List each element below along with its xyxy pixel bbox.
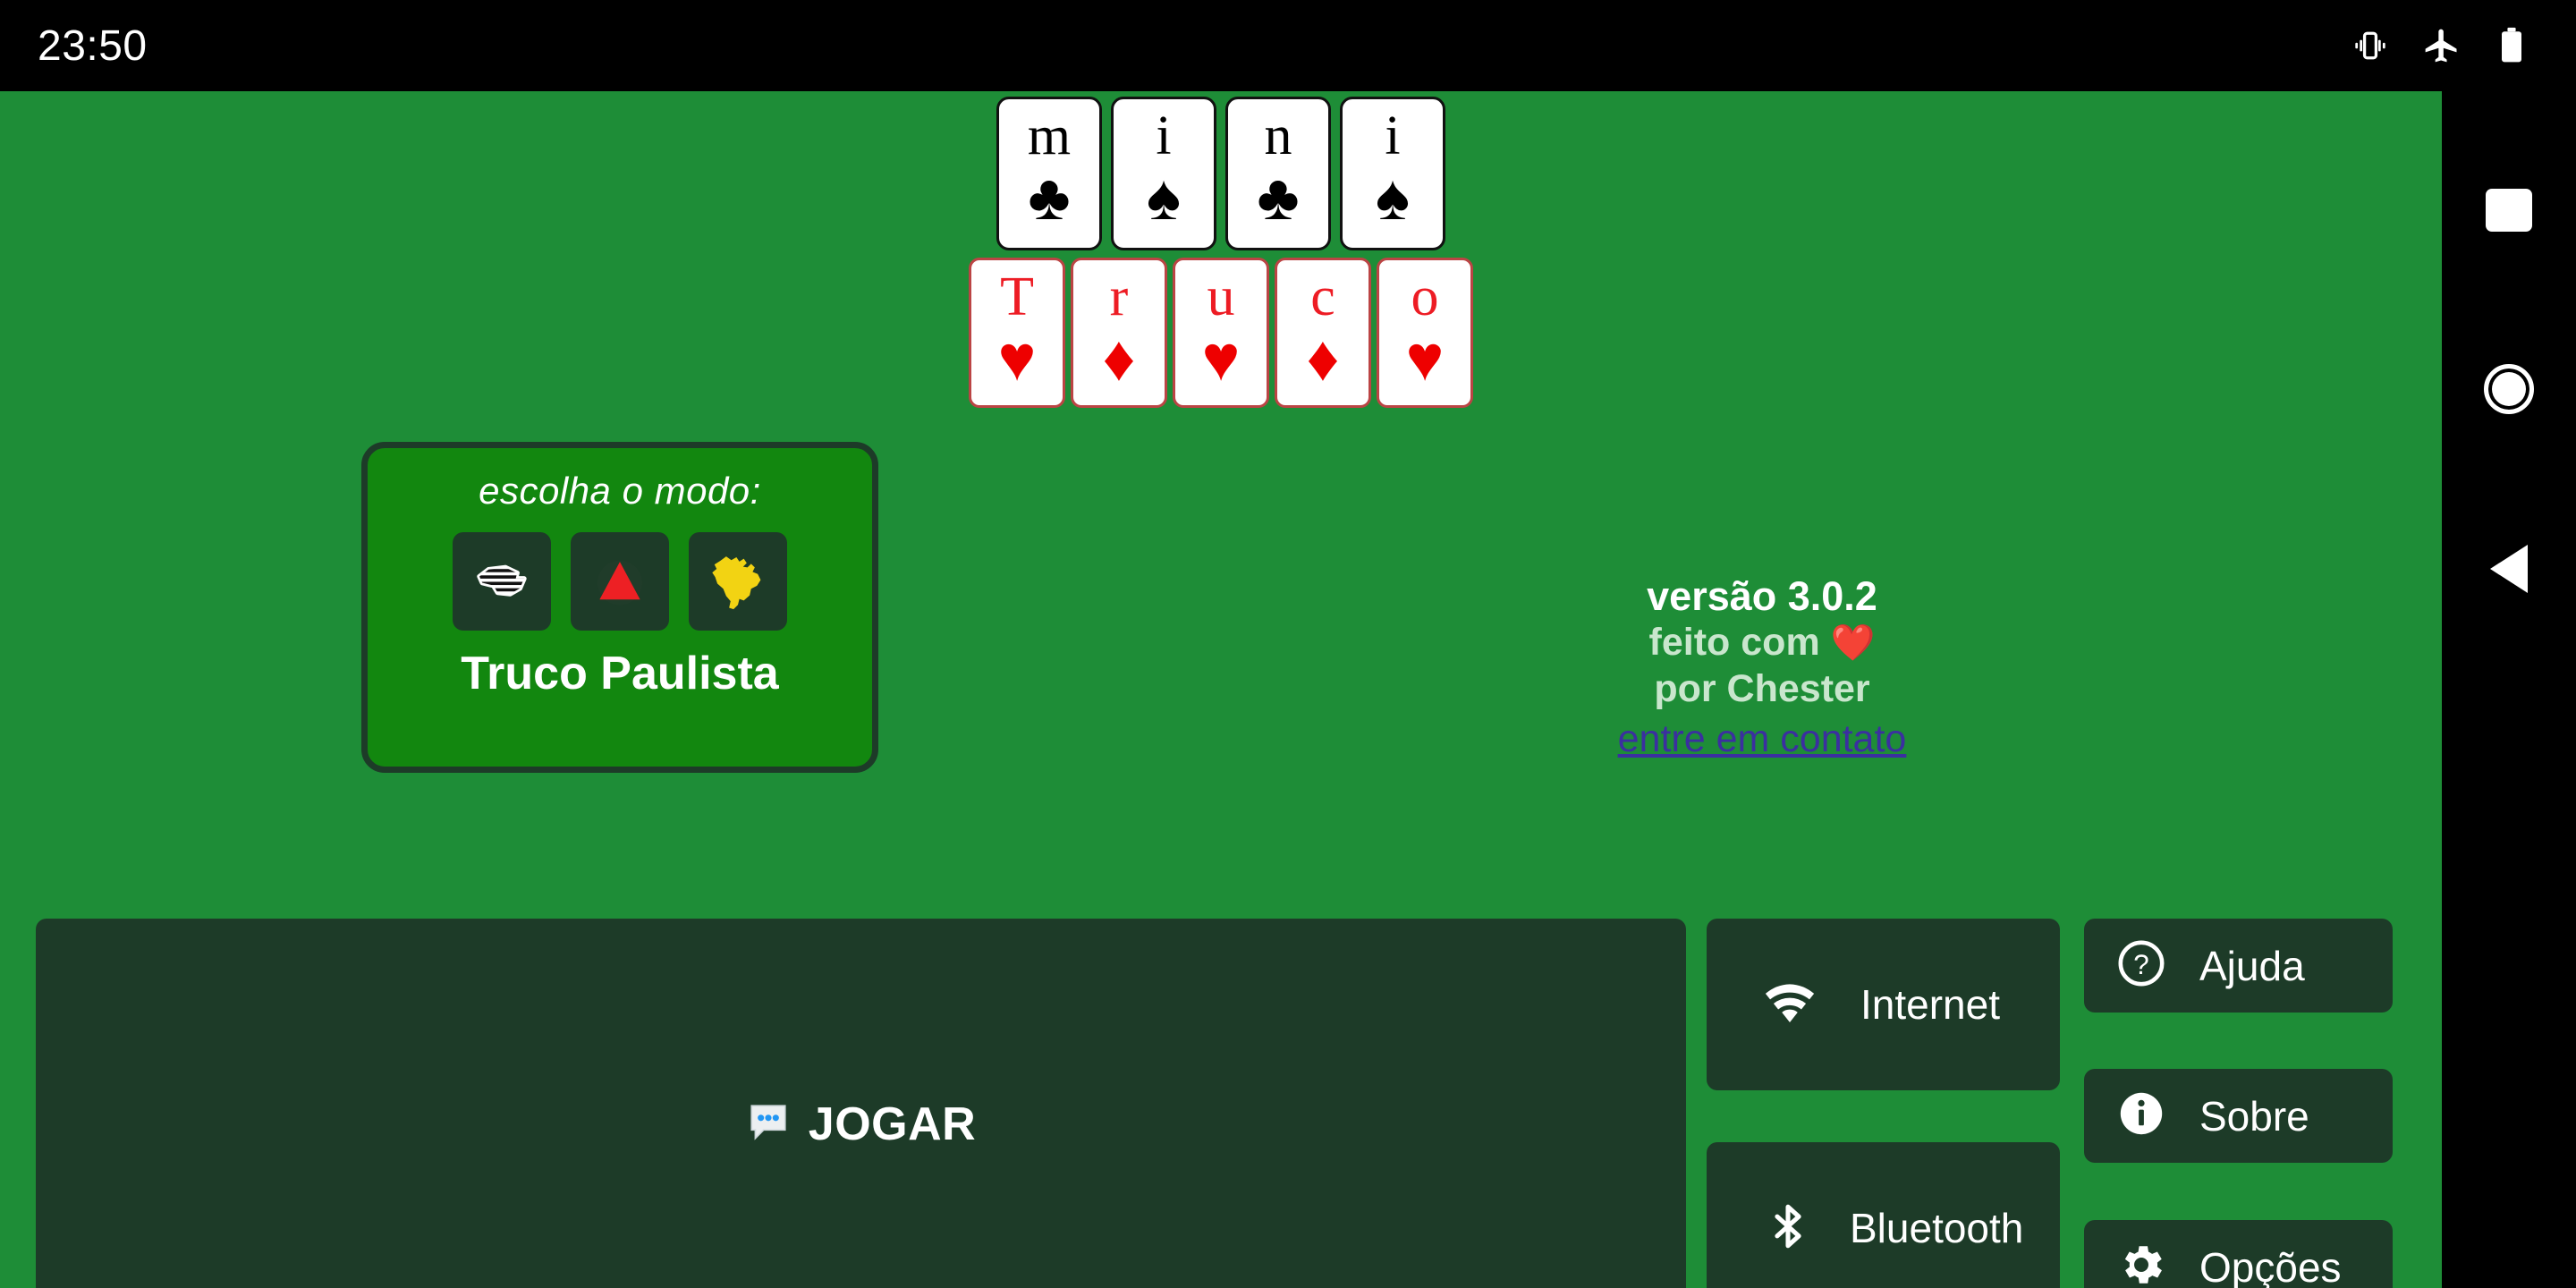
play-button-label: JOGAR <box>808 1098 977 1150</box>
help-circle-icon: ? <box>2115 937 2167 994</box>
android-navigation-bar <box>2442 91 2576 1288</box>
logo-card-letter: u <box>1207 267 1235 327</box>
internet-button-label: Internet <box>1860 981 2000 1028</box>
heart-suit-icon: ♥ <box>1201 323 1241 394</box>
logo-card: u ♥ <box>1173 258 1269 408</box>
play-button[interactable]: JOGAR <box>36 919 1686 1288</box>
heart-icon: ❤️ <box>1830 623 1876 663</box>
battery-icon <box>2494 26 2529 65</box>
logo-card-letter: T <box>1000 267 1034 327</box>
logo-card: i ♠ <box>1340 97 1445 250</box>
bluetooth-button-label: Bluetooth <box>1850 1205 2024 1251</box>
heart-suit-icon: ♥ <box>1405 323 1445 394</box>
spade-suit-icon: ♠ <box>1146 162 1182 233</box>
heart-suit-icon: ♥ <box>997 323 1037 394</box>
diamond-suit-icon: ♦ <box>1306 323 1340 394</box>
logo-card-letter: r <box>1109 267 1129 327</box>
logo-card: c ♦ <box>1275 258 1371 408</box>
made-with-line: feito com ❤️ <box>1449 619 2075 665</box>
logo-card: m ♣ <box>996 97 1102 250</box>
about-button[interactable]: Sobre <box>2084 1069 2393 1163</box>
logo-card: T ♥ <box>969 258 1065 408</box>
app-viewport: m ♣ i ♠ n ♣ i ♠ T ♥ r ♦ u ♥ c ♦ o ♥ esco… <box>0 91 2442 1288</box>
logo-card-letter: i <box>1156 106 1172 166</box>
made-with-text: feito com <box>1648 620 1820 664</box>
mode-option-sao-paulo[interactable] <box>453 532 551 631</box>
game-logo: m ♣ i ♠ n ♣ i ♠ T ♥ r ♦ u ♥ c ♦ o ♥ <box>0 91 2442 408</box>
home-button[interactable] <box>2442 335 2576 443</box>
svg-text:?: ? <box>2133 949 2148 980</box>
diamond-suit-icon: ♦ <box>1102 323 1136 394</box>
recents-square-icon <box>2486 189 2532 232</box>
mode-selected-label: Truco Paulista <box>461 648 779 699</box>
mode-option-minas-gerais[interactable] <box>571 532 669 631</box>
status-bar: 23:50 <box>0 0 2576 91</box>
help-button-label: Ajuda <box>2199 942 2305 989</box>
spade-suit-icon: ♠ <box>1375 162 1411 233</box>
help-button[interactable]: ? Ajuda <box>2084 919 2393 1013</box>
mode-selector-title: escolha o modo: <box>479 470 761 512</box>
logo-card: r ♦ <box>1071 258 1167 408</box>
sao-paulo-flag-icon <box>477 564 527 597</box>
minas-gerais-flag-icon <box>597 560 642 606</box>
gear-icon <box>2115 1239 2167 1288</box>
airplane-mode-icon <box>2422 26 2462 65</box>
about-button-label: Sobre <box>2199 1092 2309 1140</box>
speech-balloon-icon <box>746 1100 791 1149</box>
logo-card-letter: o <box>1411 267 1439 327</box>
options-button-label: Opções <box>2199 1243 2342 1288</box>
phone-screen: 23:50 m ♣ i ♠ n ♣ i ♠ T ♥ r ♦ u ♥ c ♦ o … <box>0 0 2576 1288</box>
status-bar-icons <box>2351 26 2529 65</box>
info-circle-icon <box>2115 1088 2167 1144</box>
vibrate-icon <box>2351 26 2390 65</box>
logo-card-letter: n <box>1264 106 1292 166</box>
wifi-icon <box>1762 975 1818 1035</box>
options-button[interactable]: Opções <box>2084 1220 2393 1288</box>
mode-option-brasil[interactable] <box>689 532 787 631</box>
logo-card-letter: c <box>1310 267 1335 327</box>
logo-row-mini: m ♣ i ♠ n ♣ i ♠ <box>0 97 2442 250</box>
author-line: por Chester <box>1654 666 1870 710</box>
contact-link[interactable]: entre em contato <box>1618 717 1907 761</box>
back-triangle-icon <box>2490 545 2528 593</box>
logo-card: o ♥ <box>1377 258 1473 408</box>
bluetooth-button[interactable]: Bluetooth <box>1707 1142 2060 1288</box>
mode-options <box>453 532 787 631</box>
logo-card-letter: m <box>1027 106 1072 166</box>
internet-button[interactable]: Internet <box>1707 919 2060 1090</box>
home-circle-icon <box>2484 364 2534 414</box>
recents-button[interactable] <box>2442 157 2576 264</box>
bluetooth-icon <box>1762 1200 1814 1257</box>
club-suit-icon: ♣ <box>1028 162 1071 233</box>
back-button[interactable] <box>2442 515 2576 623</box>
logo-card-letter: i <box>1385 106 1401 166</box>
version-number: versão 3.0.2 <box>1647 573 1877 619</box>
status-bar-clock: 23:50 <box>38 21 148 70</box>
mode-selector-panel: escolha o modo: Truco Paulista <box>361 442 878 773</box>
logo-card: n ♣ <box>1225 97 1331 250</box>
logo-row-truco: T ♥ r ♦ u ♥ c ♦ o ♥ <box>0 258 2442 408</box>
club-suit-icon: ♣ <box>1257 162 1300 233</box>
version-info: versão 3.0.2 feito com ❤️ por Chester en… <box>1449 574 2075 761</box>
logo-card: i ♠ <box>1111 97 1216 250</box>
brazil-map-icon <box>712 556 761 610</box>
